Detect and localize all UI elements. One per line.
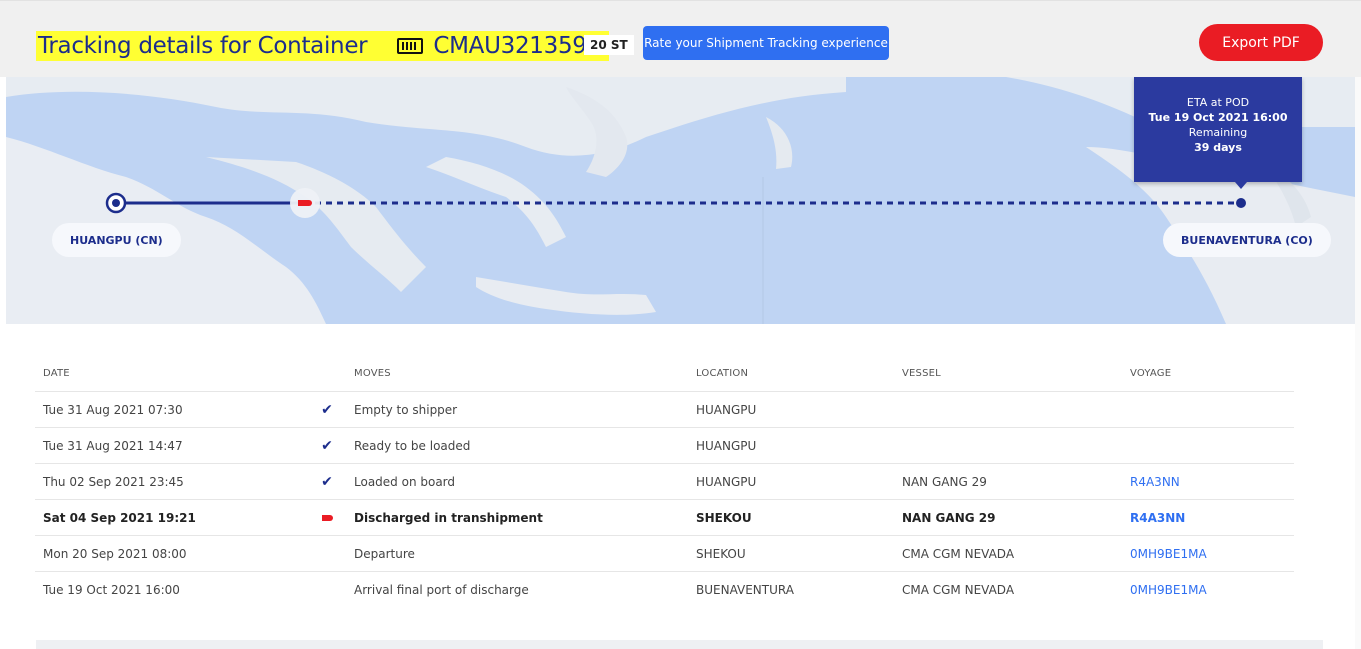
row-voyage[interactable]: R4A3NN xyxy=(1130,464,1180,499)
check-icon: ✔ xyxy=(321,401,333,418)
row-voyage[interactable]: 0MH9BE1MA xyxy=(1130,572,1207,608)
footer-section xyxy=(36,640,1323,649)
rate-experience-button[interactable]: Rate your Shipment Tracking experience xyxy=(643,26,889,60)
table-row: Tue 31 Aug 2021 14:47 ✔ Ready to be load… xyxy=(35,428,1294,464)
eta-remaining-value: 39 days xyxy=(1194,141,1242,154)
eta-tooltip-arrow xyxy=(1235,182,1247,189)
check-icon: ✔ xyxy=(321,473,333,490)
row-location: SHEKOU xyxy=(696,510,752,525)
table-row: Tue 31 Aug 2021 07:30 ✔ Empty to shipper… xyxy=(35,392,1294,428)
current-location-icon[interactable] xyxy=(290,188,320,218)
table-row-current: Sat 04 Sep 2021 19:21 Discharged in tran… xyxy=(35,500,1294,536)
row-voyage[interactable]: R4A3NN xyxy=(1130,500,1185,535)
page-title: Tracking details for Container xyxy=(38,33,368,59)
container-size-badge: 20 ST xyxy=(584,35,634,55)
row-location: BUENAVENTURA xyxy=(696,583,794,597)
row-move: Departure xyxy=(354,546,415,561)
check-icon: ✔ xyxy=(321,437,333,454)
current-location-icon xyxy=(319,500,335,535)
table-row: Mon 20 Sep 2021 08:00 Departure SHEKOU C… xyxy=(35,536,1294,572)
row-date: Mon 20 Sep 2021 08:00 xyxy=(43,546,187,561)
row-move: Arrival final port of discharge xyxy=(354,583,529,597)
container-icon xyxy=(397,37,424,55)
export-pdf-button[interactable]: Export PDF xyxy=(1199,24,1323,61)
eta-remaining-label: Remaining xyxy=(1188,126,1248,139)
container-number: CMAU3213597 xyxy=(433,33,601,59)
origin-marker-icon xyxy=(105,192,127,214)
page-header: Tracking details for Container CMAU32135… xyxy=(0,0,1361,77)
eta-tooltip: ETA at POD Tue 19 Oct 2021 16:00 Remaini… xyxy=(1134,77,1302,182)
header-location: LOCATION xyxy=(696,368,749,379)
row-voyage[interactable]: 0MH9BE1MA xyxy=(1130,536,1207,571)
table-header-row: DATE MOVES LOCATION VESSEL VOYAGE xyxy=(35,356,1294,392)
header-date: DATE xyxy=(43,368,70,379)
origin-port-label: HUANGPU (CN) xyxy=(52,223,181,257)
row-location: HUANGPU xyxy=(696,438,757,453)
destination-marker-icon xyxy=(1236,198,1246,208)
header-vessel: VESSEL xyxy=(902,368,941,379)
row-move: Ready to be loaded xyxy=(354,438,471,453)
row-move: Discharged in transhipment xyxy=(354,510,543,525)
row-vessel: NAN GANG 29 xyxy=(902,474,987,489)
row-location: SHEKOU xyxy=(696,546,746,561)
page-scrollbar[interactable] xyxy=(1355,77,1361,649)
header-moves: MOVES xyxy=(354,368,391,379)
row-move: Empty to shipper xyxy=(354,402,458,417)
table-row: Tue 19 Oct 2021 16:00 Arrival final port… xyxy=(35,572,1294,608)
table-row: Thu 02 Sep 2021 23:45 ✔ Loaded on board … xyxy=(35,464,1294,500)
destination-port-label: BUENAVENTURA (CO) xyxy=(1163,223,1331,257)
row-move: Loaded on board xyxy=(354,474,456,489)
row-date: Thu 02 Sep 2021 23:45 xyxy=(43,474,184,489)
title-highlight: Tracking details for Container CMAU32135… xyxy=(36,31,609,61)
row-date: Tue 19 Oct 2021 16:00 xyxy=(43,583,180,597)
row-location: HUANGPU xyxy=(696,474,757,489)
eta-datetime: Tue 19 Oct 2021 16:00 xyxy=(1148,111,1288,124)
row-vessel: CMA CGM NEVADA xyxy=(902,583,1015,597)
moves-table: DATE MOVES LOCATION VESSEL VOYAGE Tue 31… xyxy=(35,356,1294,608)
route-map[interactable]: HUANGPU (CN) BUENAVENTURA (CO) ETA at PO… xyxy=(6,77,1355,324)
eta-title: ETA at POD xyxy=(1186,96,1250,109)
row-vessel: NAN GANG 29 xyxy=(902,510,996,525)
row-date: Sat 04 Sep 2021 19:21 xyxy=(43,510,196,525)
row-vessel: CMA CGM NEVADA xyxy=(902,546,1015,561)
row-date: Tue 31 Aug 2021 07:30 xyxy=(43,402,183,417)
header-voyage: VOYAGE xyxy=(1130,368,1172,379)
row-date: Tue 31 Aug 2021 14:47 xyxy=(43,438,183,453)
row-location: HUANGPU xyxy=(696,402,757,417)
